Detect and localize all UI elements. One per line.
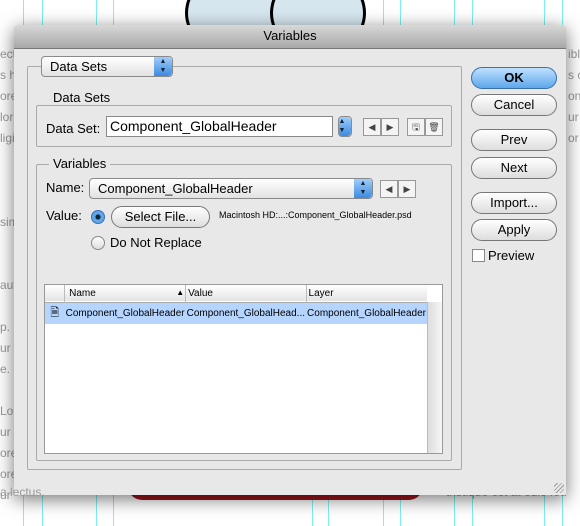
- file-icon: 🗎: [50, 306, 60, 319]
- row-layer: Component_GlobalHeader: [307, 307, 426, 319]
- save-dataset-icon[interactable]: 🖫: [407, 118, 425, 136]
- mode-popup-label: Data Sets: [50, 59, 108, 74]
- file-path: Macintosh HD:...:Component_GlobalHeader.…: [219, 210, 412, 220]
- background-text-bottom-left: a lectus.: [0, 485, 45, 499]
- delete-dataset-icon[interactable]: 🗑: [425, 118, 443, 136]
- row-name: Component_GlobalHeader: [65, 307, 185, 319]
- row-value: Component_GlobalHead...: [186, 307, 306, 319]
- apply-button[interactable]: Apply: [471, 219, 557, 241]
- sort-ascending-icon: ▲: [176, 287, 185, 297]
- dataset-input[interactable]: Component_GlobalHeader: [106, 116, 333, 137]
- table-row[interactable]: 🗎 Component_GlobalHeader Component_Globa…: [45, 302, 427, 324]
- popup-arrows-icon: ▲ ▼: [154, 57, 172, 76]
- cancel-button[interactable]: Cancel: [471, 94, 557, 116]
- window-title: Variables: [14, 25, 566, 49]
- select-file-button[interactable]: Select File...: [111, 206, 210, 228]
- preview-checkbox[interactable]: [472, 249, 485, 262]
- variables-dialog: Variables Data Sets ▲ ▼ Data Sets Data Set…: [14, 25, 566, 495]
- variables-table: Name ▲ Value Layer 🗎 Component_GlobalHead…: [44, 284, 443, 454]
- dataset-label: Data Set:: [46, 121, 101, 136]
- value-label: Value:: [46, 208, 82, 223]
- next-dataset-icon[interactable]: ▶: [381, 118, 399, 136]
- next-variable-icon[interactable]: ▶: [398, 180, 416, 198]
- column-header-value[interactable]: Value: [185, 285, 307, 302]
- background-text-right: ibl s c on ur or: [568, 47, 580, 145]
- select-file-radio[interactable]: [91, 210, 105, 224]
- resize-grip-icon[interactable]: [554, 483, 564, 493]
- name-label: Name:: [46, 180, 85, 195]
- vertical-scrollbar[interactable]: [427, 302, 442, 453]
- prev-dataset-icon[interactable]: ◀: [363, 118, 381, 136]
- variable-name-popup[interactable]: Component_GlobalHeader ▲ ▼: [89, 178, 373, 199]
- dataset-stepper[interactable]: ▲ ▼: [338, 116, 352, 137]
- prev-button[interactable]: Prev: [471, 129, 557, 151]
- do-not-replace-radio[interactable]: [91, 236, 105, 250]
- prev-variable-icon[interactable]: ◀: [380, 180, 398, 198]
- variables-group-label: Variables: [49, 156, 111, 171]
- import-button[interactable]: Import...: [471, 192, 557, 214]
- datasets-group-label: Data Sets: [49, 90, 115, 105]
- variable-name-value: Component_GlobalHeader: [98, 181, 253, 196]
- next-button[interactable]: Next: [471, 157, 557, 179]
- ok-button[interactable]: OK: [471, 67, 557, 89]
- column-header-layer[interactable]: Layer: [306, 285, 427, 302]
- do-not-replace-label: Do Not Replace: [110, 235, 202, 250]
- column-header-name[interactable]: Name ▲: [64, 285, 187, 302]
- stepper-arrows-icon: ▲ ▼: [339, 117, 351, 136]
- popup-arrows-icon: ▲ ▼: [354, 179, 372, 198]
- preview-label: Preview: [488, 248, 535, 263]
- mode-popup[interactable]: Data Sets ▲ ▼: [41, 56, 173, 77]
